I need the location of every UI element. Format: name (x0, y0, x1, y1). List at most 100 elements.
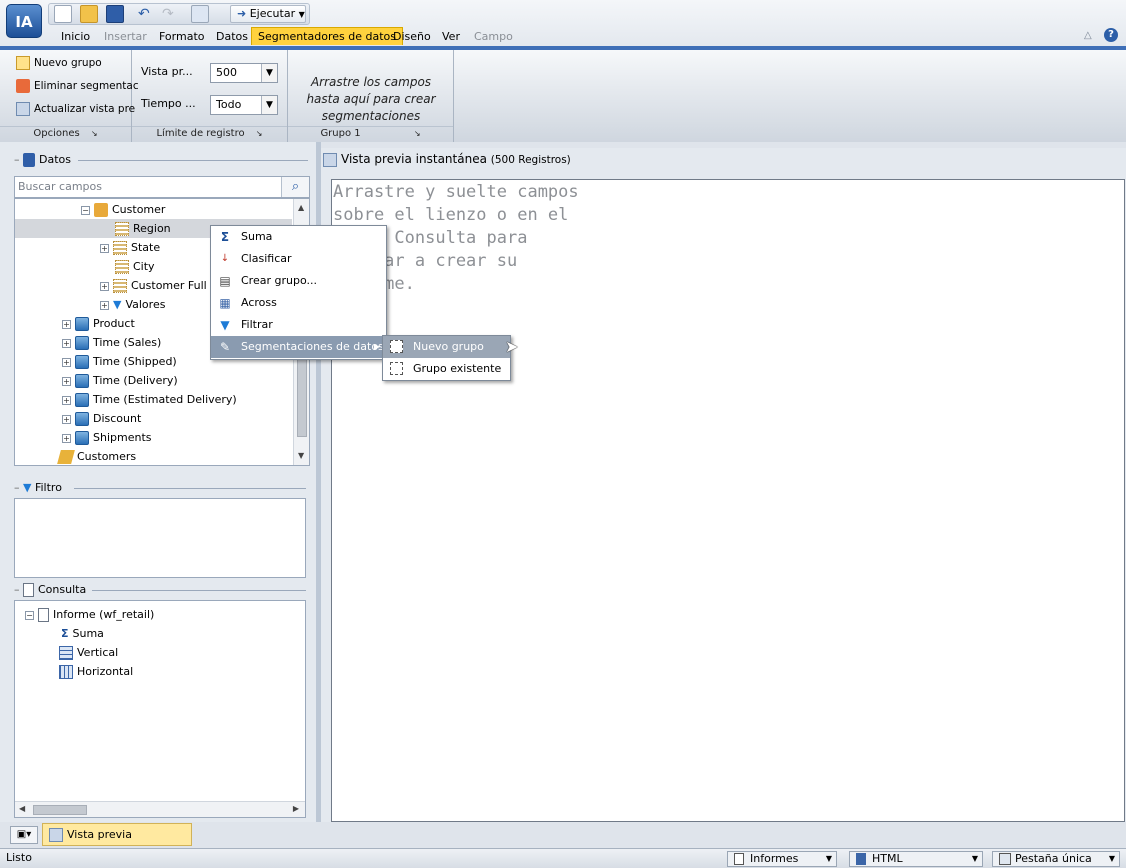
undo-icon[interactable]: ↶ (138, 6, 150, 22)
menu-item-nuevo-grupo[interactable]: Nuevo grupo (383, 336, 510, 358)
tree-item-discount[interactable]: + Discount (62, 409, 141, 428)
tab-formato[interactable]: Formato (153, 28, 211, 46)
search-input[interactable]: Buscar campos (18, 180, 102, 193)
group-icon: ▤ (219, 274, 231, 288)
tree-item-state[interactable]: + State (100, 238, 160, 257)
time-limit-value: Todo (216, 98, 242, 111)
filter-area[interactable] (14, 498, 306, 578)
query-item-sum[interactable]: Σ Suma (61, 624, 104, 643)
tree-item-time-shipped[interactable]: + Time (Shipped) (62, 352, 177, 371)
tab-insertar[interactable]: Insertar (98, 28, 153, 46)
destination-select[interactable]: Pestaña única ▼ (992, 851, 1120, 867)
output-type-select[interactable]: Informes ▼ (727, 851, 837, 867)
group-grupo1: Arrastre los campos hasta aquí para crea… (288, 50, 454, 142)
tree-item-time-delivery[interactable]: + Time (Delivery) (62, 371, 178, 390)
view-switcher-button[interactable]: ▣▾ (10, 826, 38, 844)
query-hscrollbar[interactable]: ◀ ▶ (15, 801, 305, 817)
refresh-preview-button[interactable]: Actualizar vista pre (16, 100, 135, 118)
chevron-down-icon: ▼ (298, 10, 305, 19)
query-item-report[interactable]: − Informe (wf_retail) (25, 605, 154, 624)
refresh-icon (16, 102, 30, 116)
html-icon (856, 853, 866, 865)
save-icon[interactable] (106, 5, 124, 23)
search-box: Buscar campos ⌕ (14, 176, 310, 198)
dialog-launcher-icon[interactable]: ↘ (414, 129, 421, 138)
new-group-label: Nuevo grupo (34, 57, 102, 69)
chevron-down-icon: ▼ (261, 96, 277, 114)
tree-item-time-estimated-delivery[interactable]: + Time (Estimated Delivery) (62, 390, 237, 409)
query-item-horizontal[interactable]: Horizontal (59, 662, 133, 681)
tab-datos[interactable]: Datos (210, 28, 254, 46)
tree-item-shipments[interactable]: + Shipments (62, 428, 152, 447)
tree-item-customers[interactable]: Customers (57, 447, 136, 465)
tab-ver[interactable]: Ver (436, 28, 466, 46)
scroll-thumb[interactable] (33, 805, 87, 815)
app-logo[interactable]: IA (6, 4, 42, 38)
tree-item-time-sales[interactable]: + Time (Sales) (62, 333, 161, 352)
report-icon (734, 853, 744, 865)
report-canvas[interactable]: Arrastre y suelte campos sobre el lienzo… (331, 179, 1125, 822)
preview-icon[interactable] (191, 5, 209, 23)
menu-item-segmentaciones[interactable]: ✎ Segmentaciones de datos ▶ (211, 336, 386, 358)
header-rule (74, 488, 306, 489)
search-icon[interactable]: ⌕ (281, 177, 309, 197)
tab-inicio[interactable]: Inicio (55, 28, 96, 46)
data-panel-title: Datos (39, 153, 71, 166)
menu-item-suma[interactable]: Σ Suma (211, 226, 386, 248)
bottom-tab-strip: ▣▾ Vista previa instantánea (0, 822, 1126, 862)
scroll-up-icon[interactable]: ▲ (298, 203, 304, 212)
menu-item-grupo-existente[interactable]: Grupo existente (383, 358, 510, 380)
help-icon[interactable]: ? (1104, 28, 1118, 42)
tree-item-city[interactable]: City (115, 257, 155, 276)
time-limit-select[interactable]: Todo ▼ (210, 95, 278, 115)
scroll-right-icon[interactable]: ▶ (293, 804, 299, 813)
group-opciones: Nuevo grupo Eliminar segmentac Actualiza… (0, 50, 139, 142)
title-bar: IA ↶ ↷ ➜ Ejecutar ▼ Inicio Insertar Form… (0, 0, 1126, 48)
menu-item-filtrar[interactable]: ▼ Filtrar (211, 314, 386, 336)
tab-icon (999, 853, 1011, 865)
collapse-icon[interactable]: – (14, 481, 20, 494)
context-menu: Σ Suma ↓ Clasificar ▤ Crear grupo... ▦ Acros… (210, 225, 387, 360)
new-group-button[interactable]: Nuevo grupo (16, 54, 102, 72)
remove-slicers-label: Eliminar segmentac (34, 80, 139, 92)
tab-vista-previa[interactable]: Vista previa instantánea (42, 823, 192, 862)
status-text: Listo (6, 851, 32, 864)
tab-campo[interactable]: Campo (468, 28, 519, 46)
menu-item-clasificar[interactable]: ↓ Clasificar (211, 248, 386, 270)
scroll-left-icon[interactable]: ◀ (19, 804, 25, 813)
remove-slicers-button[interactable]: Eliminar segmentac (16, 77, 139, 95)
redo-icon[interactable]: ↷ (162, 6, 174, 22)
preview-icon (49, 828, 63, 842)
dimension-icon (75, 412, 89, 426)
tree-item-product[interactable]: + Product (62, 314, 135, 333)
slicer-icon: ✎ (219, 340, 231, 354)
run-button[interactable]: ➜ Ejecutar ▼ (230, 5, 306, 23)
sigma-icon: Σ (61, 627, 69, 640)
tree-item-valores[interactable]: + ▼ Valores (100, 295, 165, 314)
query-item-vertical[interactable]: Vertical (59, 643, 118, 662)
new-group-icon (16, 56, 30, 70)
new-document-icon[interactable] (54, 5, 72, 23)
format-select[interactable]: HTML ▼ (849, 851, 983, 867)
menu-item-crear-grupo[interactable]: ▤ Crear grupo... (211, 270, 386, 292)
collapse-icon[interactable]: – (14, 583, 20, 596)
tree-item-region[interactable]: Region (115, 219, 171, 238)
filter-icon: ▼ (23, 481, 32, 494)
record-count: (500 Registros) (490, 154, 571, 166)
collapse-icon[interactable]: – (14, 153, 20, 166)
preview-limit-select[interactable]: 500 ▼ (210, 63, 278, 83)
tree-item-customer[interactable]: − Customer (81, 200, 165, 219)
dialog-launcher-icon[interactable]: ↘ (256, 129, 263, 138)
group-label-limite: Límite de registro ↘ (132, 126, 287, 140)
dialog-launcher-icon[interactable]: ↘ (91, 129, 98, 138)
tree-item-customer-full-name[interactable]: + Customer Full N (100, 276, 218, 295)
drop-zone-hint[interactable]: Arrastre los campos hasta aquí para crea… (296, 74, 446, 125)
collapse-ribbon-icon[interactable]: △ (1084, 30, 1092, 41)
menu-item-across[interactable]: ▦ Across (211, 292, 386, 314)
open-folder-icon[interactable] (80, 5, 98, 23)
tab-segmentadores[interactable]: Segmentadores de datos (251, 27, 403, 45)
tab-diseno[interactable]: Diseño (387, 28, 437, 46)
time-limit-label: Tiempo ... (141, 97, 196, 110)
scroll-down-icon[interactable]: ▼ (298, 451, 304, 460)
header-rule (92, 590, 306, 591)
